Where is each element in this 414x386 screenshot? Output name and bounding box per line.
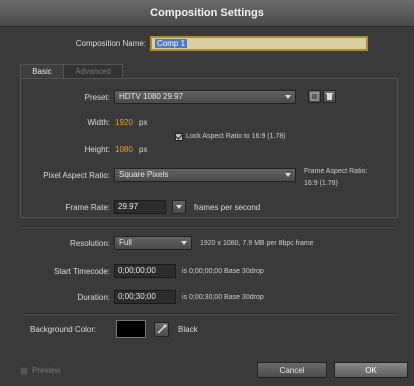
height-unit: px (139, 145, 148, 154)
composition-name-label: Composition Name: (75, 39, 146, 48)
divider (20, 226, 398, 228)
eyedropper-icon[interactable] (154, 322, 169, 337)
chevron-down-icon (181, 241, 187, 245)
preset-select[interactable]: HDTV 1080 29.97 (114, 90, 296, 104)
divider (20, 313, 398, 315)
background-color-swatch[interactable] (116, 320, 146, 338)
tab-basic[interactable]: Basic (20, 64, 64, 79)
frame-rate-label: Frame Rate: (65, 203, 110, 212)
height-value[interactable]: 1080 (115, 145, 133, 154)
preview-label: Preview (32, 366, 61, 375)
preset-value: HDTV 1080 29.97 (119, 92, 184, 101)
width-unit: px (139, 118, 148, 127)
frame-aspect-value: 16:9 (1.78) (304, 180, 338, 187)
trash-icon[interactable] (323, 90, 336, 103)
chevron-down-icon (285, 173, 291, 177)
background-color-label: Background Color: (30, 325, 97, 334)
frame-rate-dropdown[interactable] (172, 200, 186, 214)
background-color-name: Black (178, 325, 198, 334)
chevron-down-icon (176, 205, 182, 209)
height-label: Height: (84, 145, 110, 154)
composition-name-value: Comp 1 (155, 39, 188, 48)
preset-label: Preset: (84, 93, 110, 102)
start-timecode-field[interactable]: 0;00;00;00 (114, 264, 176, 278)
tab-advanced[interactable]: Advanced (63, 64, 123, 79)
lock-aspect-label: Lock Aspect Ratio to 16:9 (1.78) (186, 133, 286, 140)
pixel-aspect-label: Pixel Aspect Ratio: (43, 171, 110, 180)
resolution-info: 1920 x 1080, 7.9 MB per 8bpc frame (200, 240, 314, 247)
save-preset-icon[interactable] (308, 90, 321, 103)
cancel-button[interactable]: Cancel (257, 362, 327, 378)
preview-checkbox[interactable] (20, 367, 28, 375)
start-timecode-info: is 0;00;00;00 Base 30drop (182, 268, 264, 275)
duration-info: is 0;00;30;00 Base 30drop (182, 294, 264, 301)
composition-name-field[interactable]: Comp 1 (150, 36, 368, 51)
width-value[interactable]: 1920 (115, 118, 133, 127)
chevron-down-icon (285, 95, 291, 99)
pixel-aspect-select[interactable]: Square Pixels (114, 168, 296, 182)
resolution-value: Full (119, 238, 132, 247)
resolution-select[interactable]: Full (114, 236, 192, 250)
frame-rate-unit: frames per second (194, 203, 261, 212)
lock-aspect-checkbox[interactable] (175, 133, 183, 141)
width-label: Width: (87, 118, 110, 127)
pixel-aspect-value: Square Pixels (119, 170, 169, 179)
frame-aspect-label: Frame Aspect Ratio: (304, 168, 368, 175)
frame-rate-field[interactable]: 29.97 (114, 200, 166, 214)
resolution-label: Resolution: (69, 239, 110, 248)
start-timecode-label: Start Timecode: (53, 267, 110, 276)
ok-button[interactable]: OK (334, 362, 408, 378)
window-title: Composition Settings (0, 0, 414, 27)
duration-label: Duration: (77, 293, 110, 302)
duration-field[interactable]: 0;00;30;00 (114, 290, 176, 304)
